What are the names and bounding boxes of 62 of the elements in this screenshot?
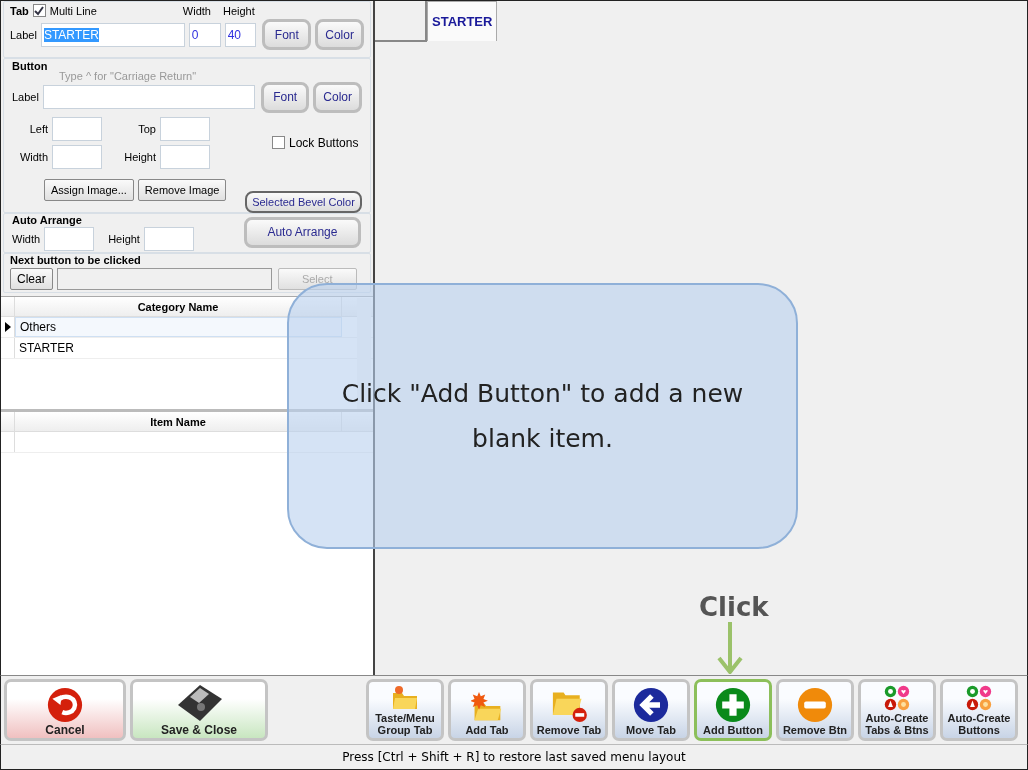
tab[interactable]: STARTER <box>427 1 498 41</box>
field-label: Left <box>28 122 48 135</box>
lock-buttons-checkbox[interactable] <box>272 136 285 150</box>
height-field[interactable]: 40 <box>224 22 257 47</box>
toolbar-button[interactable]: Cancel <box>4 679 126 741</box>
toolbar-button[interactable]: Save & Close <box>130 679 268 741</box>
field-label: Height <box>108 233 140 246</box>
field-label: Label <box>10 28 37 41</box>
clear-button[interactable]: Clear <box>10 268 53 291</box>
field-label: Height <box>222 4 255 17</box>
number-field[interactable] <box>160 116 210 141</box>
table-cell[interactable]: Others <box>15 316 342 337</box>
color-button[interactable]: Color <box>315 19 364 50</box>
number-field[interactable] <box>52 144 102 169</box>
number-field[interactable] <box>52 116 102 141</box>
number-field[interactable] <box>160 144 210 169</box>
auto-arrange-button[interactable]: Auto Arrange <box>243 216 361 248</box>
colored-tokens-icon <box>884 685 910 711</box>
assign-image-button[interactable]: Assign Image... <box>44 178 134 201</box>
section-title: Next button to be clicked <box>10 254 142 267</box>
field-label: Width <box>18 150 48 163</box>
toolbar-button[interactable]: Taste/Menu Group Tab <box>366 679 444 741</box>
field-label: Top <box>137 122 156 135</box>
field-label: Label <box>12 91 39 104</box>
section-title: Tab <box>10 4 29 17</box>
folder-icon <box>391 685 419 711</box>
section-title: Auto Arrange <box>12 214 83 227</box>
field-label: Width <box>12 233 41 246</box>
number-field[interactable] <box>44 227 95 252</box>
number-field[interactable] <box>143 227 194 252</box>
field-label: Width <box>182 4 211 17</box>
toolbar-button[interactable]: Remove Tab <box>530 679 608 741</box>
status-text: Press [Ctrl + Shift + R] to restore last saved menu layout <box>0 744 1028 770</box>
toolbar-button[interactable]: Auto-Create Buttons <box>940 679 1018 741</box>
plus-icon <box>715 687 751 723</box>
bevel-color-button[interactable]: Selected Bevel Color <box>245 191 362 214</box>
label-field[interactable] <box>42 85 255 110</box>
remove-image-button[interactable]: Remove Image <box>137 178 227 201</box>
multi-line-checkbox[interactable] <box>32 4 46 17</box>
folder-star-icon <box>471 691 503 723</box>
down-arrow-icon <box>717 622 743 674</box>
toolbar-button[interactable]: Add Button <box>694 679 772 741</box>
hint-text: Type ^ for "Carriage Return" <box>59 69 198 82</box>
toolbar-button[interactable]: Move Tab <box>612 679 690 741</box>
toolbar-button[interactable]: Auto-Create Tabs & Btns <box>858 679 936 741</box>
table-cell[interactable]: STARTER <box>15 337 342 358</box>
minus-icon <box>797 687 833 723</box>
click-label: Click <box>699 592 769 622</box>
row-pointer-icon <box>4 321 11 332</box>
callout-text: Click "Add Button" to add a new blank item. <box>340 378 745 455</box>
checkbox-label: Lock Buttons <box>289 135 359 150</box>
toolbar-button[interactable]: Add Tab <box>448 679 526 741</box>
field-label: Height <box>123 150 156 163</box>
width-field[interactable]: 0 <box>188 22 221 47</box>
color-button[interactable]: Color <box>313 81 362 113</box>
toolbar-button[interactable]: Remove Btn <box>776 679 854 741</box>
button-name-field[interactable] <box>56 268 272 291</box>
section-title: Button <box>12 59 49 72</box>
checkbox-label: Multi Line <box>49 4 97 17</box>
colored-tokens-icon <box>966 685 992 711</box>
font-button[interactable]: Font <box>262 19 312 50</box>
font-button[interactable]: Font <box>260 81 310 113</box>
